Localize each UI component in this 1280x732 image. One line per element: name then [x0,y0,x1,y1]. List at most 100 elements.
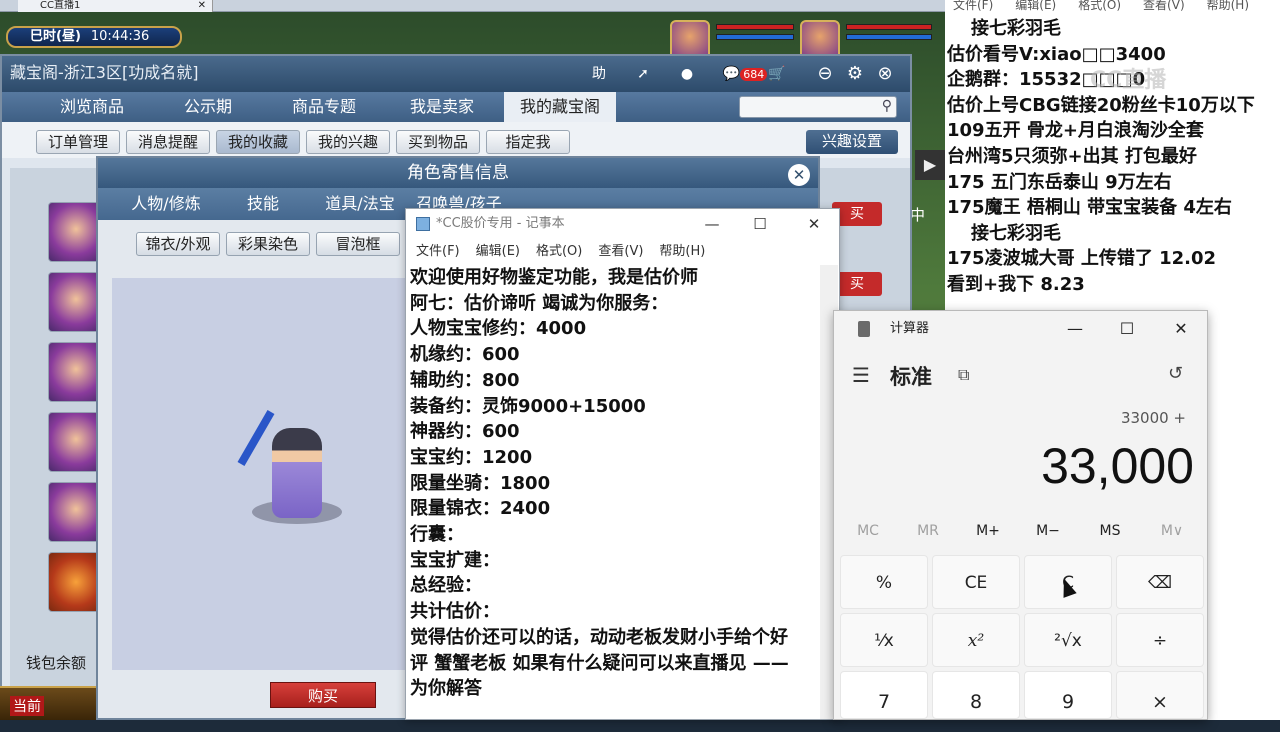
digit-8-button[interactable]: 8 [932,671,1020,719]
maximize-icon[interactable]: ☐ [1100,311,1154,347]
calculator-mode: 标准 [890,365,932,389]
nav-tab-public[interactable]: 公示期 [152,92,264,122]
browser-tab-title: CC直播1 [40,0,81,11]
memory-subtract-button[interactable]: M− [1018,523,1078,539]
keep-on-top-icon[interactable]: ⧉ [958,365,969,385]
sqrt-button[interactable]: ²√x [1024,613,1112,667]
menu-file[interactable]: 文件(F) [416,244,460,259]
stop-icon[interactable]: ● [674,63,700,85]
memory-list-button[interactable]: M∨ [1142,523,1202,539]
hamburger-icon[interactable]: ☰ [852,363,870,387]
gear-icon[interactable]: ⚙ [842,63,868,85]
text-line: 人物宝宝修约：4000 [410,318,587,340]
minimize-icon[interactable]: — [689,209,735,239]
nav-tab-my-cbg[interactable]: 我的藏宝阁 [504,92,616,122]
tab-items[interactable]: 道具/法宝 [308,188,412,220]
menu-file[interactable]: 文件(F) [953,0,993,12]
nav-tab-topics[interactable]: 商品专题 [268,92,380,122]
menu-edit[interactable]: 编辑(E) [476,244,520,259]
orders-button[interactable]: 订单管理 [36,130,120,154]
character-model [272,428,322,518]
favorites-button[interactable]: 我的收藏 [216,130,300,154]
help-icon[interactable]: 助 [586,63,612,85]
multiply-button[interactable]: × [1116,671,1204,719]
interests-button[interactable]: 我的兴趣 [306,130,390,154]
text-line: 阿七：估价谛听 竭诚为你服务： [410,292,669,314]
browser-tab-bar: CC直播1 ✕ [0,0,945,12]
shop-subnav: 订单管理 消息提醒 我的收藏 我的兴趣 买到物品 指定我 [2,122,910,158]
tab-skills[interactable]: 技能 [222,188,304,220]
wallet-label: 钱包余额 [26,654,87,672]
bubble-frame-button[interactable]: 冒泡框 [316,232,400,256]
close-icon[interactable]: ✕ [791,209,837,239]
menu-view[interactable]: 查看(V) [1143,0,1185,12]
side-label: 中 [910,206,926,224]
character-preview [112,278,412,670]
divide-button[interactable]: ÷ [1116,613,1204,667]
memory-clear-button[interactable]: MC [838,523,898,539]
text-line: 宝宝扩建： [410,549,500,571]
clock-time: 10:44:36 [90,29,150,44]
clear-entry-button[interactable]: CE [932,555,1020,609]
outfit-button[interactable]: 锦衣/外观 [136,232,220,256]
menu-format[interactable]: 格式(O) [536,244,582,259]
nav-tab-browse[interactable]: 浏览商品 [36,92,148,122]
memory-add-button[interactable]: M+ [958,523,1018,539]
tab-character[interactable]: 人物/修炼 [114,188,218,220]
messages-button[interactable]: 消息提醒 [126,130,210,154]
share-icon[interactable]: ➚ [630,63,656,85]
cart-icon[interactable]: 🛒 [764,63,790,85]
dialog-title: 角色寄售信息 [98,158,818,188]
text-line: 觉得估价还可以的话，动动老板发财小手给个好 [410,626,788,648]
browser-tab[interactable]: CC直播1 ✕ [18,0,213,12]
percent-button[interactable]: % [840,555,928,609]
menu-edit[interactable]: 编辑(E) [1015,0,1056,12]
side-text: 接七彩羽毛 估价看号V:xiao□□3400 企鹅群：15532□□□0 估价上… [947,16,1280,298]
play-icon[interactable]: ▶ [915,150,945,180]
close-icon[interactable]: ⊗ [872,63,898,85]
designated-button[interactable]: 指定我 [486,130,570,154]
menu-help[interactable]: 帮助(H) [659,244,705,259]
reciprocal-button[interactable]: ¹⁄x [840,613,928,667]
maximize-icon[interactable]: ☐ [737,209,783,239]
chat-icon[interactable]: 💬 684 [720,63,770,85]
text-line: 限量锦衣：2400 [410,498,551,520]
digit-7-button[interactable]: 7 [840,671,928,719]
player-hp-bar [846,24,932,30]
interest-settings-button[interactable]: 兴趣设置 [806,130,898,154]
minimize-icon[interactable]: ⊖ [812,63,838,85]
text-line: 欢迎使用好物鉴定功能，我是估价师 [410,267,698,288]
notepad-text-area[interactable]: 欢迎使用好物鉴定功能，我是估价师 阿七：估价谛听 竭诚为你服务： 人物宝宝修约：… [410,265,815,719]
memory-store-button[interactable]: MS [1080,523,1140,539]
shop-title: 藏宝阁-浙江3区[功成名就] [10,63,199,82]
search-icon[interactable]: ⚲ [882,98,892,114]
text-line: 辅助约：800 [410,369,520,391]
history-icon[interactable]: ↺ [1168,363,1183,384]
notepad-menu: 文件(F) 编辑(E) 格式(O) 查看(V) 帮助(H) [406,239,839,265]
game-clock: 巳时(昼) 10:44:36 [6,26,182,48]
side-line: 估价上号CBG链接20粉丝卡10万以下 [947,94,1255,116]
close-icon[interactable]: ✕ [788,164,810,186]
menu-format[interactable]: 格式(O) [1078,0,1121,12]
player-mp-bar [846,34,932,40]
menu-help[interactable]: 帮助(H) [1207,0,1249,12]
channel-label[interactable]: 当前 [10,696,44,716]
dye-button[interactable]: 彩果染色 [226,232,310,256]
memory-recall-button[interactable]: MR [898,523,958,539]
digit-9-button[interactable]: 9 [1024,671,1112,719]
notepad-window: *CC股价专用 - 记事本 — ☐ ✕ 文件(F) 编辑(E) 格式(O) 查看(V)… [405,208,840,720]
backspace-button[interactable]: ⌫ [1116,555,1204,609]
menu-view[interactable]: 查看(V) [598,244,643,259]
bought-button[interactable]: 买到物品 [396,130,480,154]
side-line: 台州湾5只须弥+出其 打包最好 [947,145,1197,167]
buy-button[interactable]: 购买 [270,682,376,708]
close-icon[interactable]: ✕ [1154,311,1208,347]
search-input[interactable]: ⚲ [739,96,897,118]
side-line: 接七彩羽毛 [971,222,1061,244]
nav-tab-seller[interactable]: 我是卖家 [384,92,500,122]
square-button[interactable]: x² [932,613,1020,667]
close-icon[interactable]: ✕ [198,0,206,11]
side-line: 109五开 骨龙+月白浪淘沙全套 [947,120,1204,142]
text-line: 神器约：600 [410,421,520,443]
minimize-icon[interactable]: — [1048,311,1102,347]
